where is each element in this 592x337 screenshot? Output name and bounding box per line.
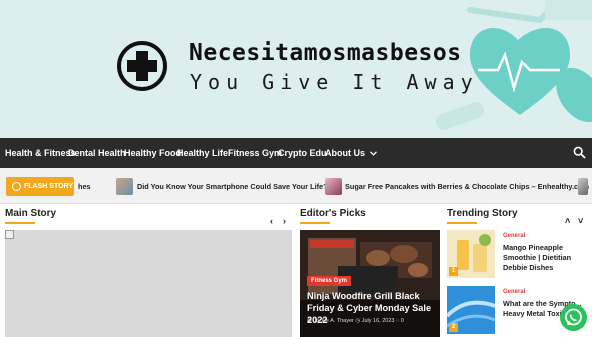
trending-down-arrow-icon[interactable]: ˅: [578, 216, 583, 226]
flash-ticker: hes Did You Know Your Smartphone Could S…: [78, 177, 592, 196]
editors-pick-card[interactable]: Fitness Gym Ninja Woodfire Grill Black F…: [300, 230, 440, 337]
banner-decoration: [436, 0, 592, 130]
trending-rank: 2: [449, 323, 458, 332]
nav-item-crypto-edu[interactable]: Crypto Edu: [278, 138, 327, 168]
main-nav: Health & Fitness Dental Health Healthy F…: [0, 138, 592, 168]
trending-item[interactable]: 1 General Mango Pineapple Smoothie | Die…: [447, 230, 592, 278]
category-badge[interactable]: Fitness Gym: [307, 276, 352, 286]
ticker-thumbnail[interactable]: [578, 178, 588, 195]
page: Necesitamosmasbesos You Give It Away Hea…: [0, 0, 592, 337]
nav-item-dental-health[interactable]: Dental Health: [68, 138, 126, 168]
post-meta: ◉ Jackie A. Thayer ◷ July 16, 2023 ◌ 0: [307, 318, 404, 324]
trending-title[interactable]: Mango Pineapple Smoothie | Dietitian Deb…: [503, 243, 592, 273]
site-title[interactable]: Necesitamosmasbesos: [189, 40, 462, 66]
broken-image-icon: [5, 230, 14, 239]
main-story-next-arrow-icon[interactable]: ›: [283, 216, 286, 226]
trending-underline: [447, 222, 477, 224]
header-banner: Necesitamosmasbesos You Give It Away: [0, 0, 592, 138]
nav-item-health-fitness[interactable]: Health & Fitness: [5, 138, 76, 168]
editors-picks-heading: Editor's Picks: [300, 208, 366, 219]
medical-cross-icon[interactable]: [116, 40, 168, 92]
nav-item-about-us[interactable]: About Us: [325, 138, 377, 168]
ticker-item[interactable]: hes: [78, 177, 91, 196]
main-story-underline: [5, 222, 35, 224]
nav-item-fitness-gym[interactable]: Fitness Gym: [228, 138, 282, 168]
flash-story-label: FLASH STORY: [24, 183, 74, 190]
trending-up-arrow-icon[interactable]: ˄: [565, 216, 570, 226]
whatsapp-icon: [565, 308, 582, 326]
flash-story-bar: FLASH STORY hes Did You Know Your Smartp…: [0, 168, 592, 204]
trending-category[interactable]: General: [503, 289, 525, 295]
site-tagline: You Give It Away: [190, 70, 479, 94]
ticker-item[interactable]: Sugar Free Pancakes with Berries & Choco…: [345, 177, 589, 196]
author-name[interactable]: Jackie A. Thayer: [313, 318, 354, 324]
ticker-thumbnail[interactable]: [116, 178, 133, 195]
flash-story-badge: FLASH STORY: [6, 177, 74, 196]
ticker-thumbnail[interactable]: [325, 178, 342, 195]
nav-item-healthy-food[interactable]: Healthy Food: [124, 138, 181, 168]
nav-item-healthy-life[interactable]: Healthy Life: [177, 138, 228, 168]
trending-story-heading: Trending Story: [447, 208, 518, 219]
main-story-prev-arrow-icon[interactable]: ‹: [270, 216, 273, 226]
main-story-heading: Main Story: [5, 208, 57, 219]
trending-rank: 1: [449, 267, 458, 276]
flash-icon: [12, 182, 21, 191]
editors-picks-underline: [300, 222, 330, 224]
comment-count[interactable]: 0: [401, 318, 404, 324]
trending-category[interactable]: General: [503, 233, 525, 239]
ticker-item[interactable]: Did You Know Your Smartphone Could Save …: [137, 177, 328, 196]
search-icon[interactable]: [573, 146, 586, 159]
nav-item-about-us-label: About Us: [325, 148, 365, 158]
whatsapp-button[interactable]: [560, 304, 587, 331]
post-date: July 16, 2023: [361, 318, 395, 324]
chevron-down-icon: [369, 151, 377, 156]
main-story-image[interactable]: [5, 230, 292, 337]
